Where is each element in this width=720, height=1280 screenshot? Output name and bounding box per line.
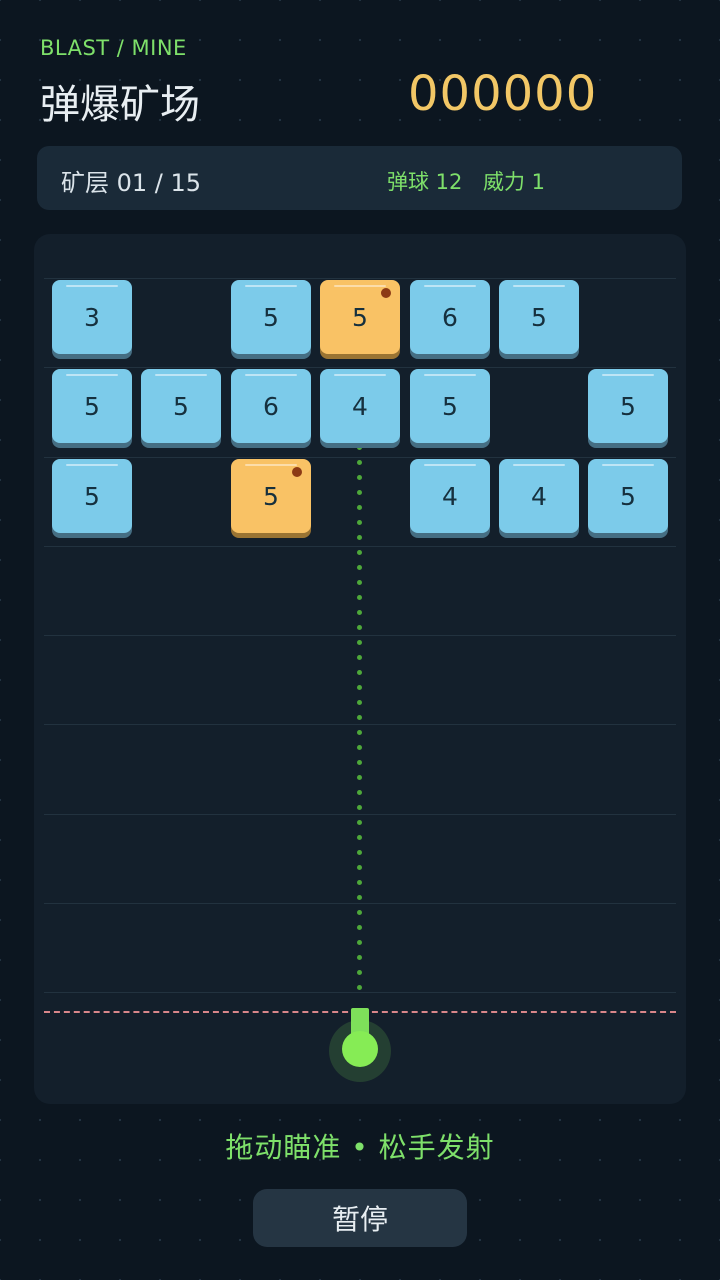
aim-guide-dot <box>357 655 362 660</box>
grid-line <box>44 814 676 815</box>
grid-line <box>44 278 676 279</box>
aim-guide-dot <box>357 790 362 795</box>
aim-guide-dot <box>357 445 362 450</box>
aim-guide-dot <box>357 625 362 630</box>
aim-guide-dot <box>357 745 362 750</box>
aim-guide-dot <box>357 730 362 735</box>
aim-guide-dot <box>357 805 362 810</box>
aim-guide-dot <box>357 550 362 555</box>
aim-guide-dot <box>357 610 362 615</box>
aim-guide-dot <box>357 505 362 510</box>
aim-guide-dot <box>357 535 362 540</box>
aim-guide-dot <box>357 820 362 825</box>
aim-guide-dot <box>357 880 362 885</box>
game-title: 弹爆矿场 <box>40 82 200 128</box>
block-hp: 5 <box>263 481 279 511</box>
ore-block: 5 <box>52 369 132 443</box>
block-hp: 3 <box>84 302 100 332</box>
grid-line <box>44 992 676 993</box>
block-hp: 5 <box>84 391 100 421</box>
ore-block: 4 <box>320 369 400 443</box>
launcher-icon[interactable] <box>342 1031 378 1067</box>
grid-line <box>44 546 676 547</box>
block-hp: 5 <box>531 302 547 332</box>
aim-guide-dot <box>357 685 362 690</box>
ore-block: 5 <box>410 369 490 443</box>
bomb-block: 5 <box>320 280 400 354</box>
aim-guide-dot <box>357 850 362 855</box>
grid-line <box>44 724 676 725</box>
game-board[interactable]: 3 5 5 6 5 5 5 6 4 5 5 5 5 4 4 5 <box>34 234 686 1104</box>
aim-guide-dot <box>357 475 362 480</box>
block-hp: 5 <box>620 481 636 511</box>
aim-guide-dot <box>357 970 362 975</box>
aim-guide-dot <box>357 955 362 960</box>
aim-guide-dot <box>357 895 362 900</box>
bomb-dot-icon <box>292 467 302 477</box>
ore-block: 3 <box>52 280 132 354</box>
ore-block: 5 <box>499 280 579 354</box>
aim-guide-dot <box>357 595 362 600</box>
aim-guide-dot <box>357 760 362 765</box>
block-hp: 5 <box>263 302 279 332</box>
aim-guide-dot <box>357 580 362 585</box>
grid-line <box>44 635 676 636</box>
aim-guide-dot <box>357 865 362 870</box>
grid-line <box>44 457 676 458</box>
ball-count: 弹球 12 <box>387 170 463 194</box>
ore-block: 4 <box>499 459 579 533</box>
ore-block: 5 <box>52 459 132 533</box>
block-hp: 5 <box>442 391 458 421</box>
bomb-block: 5 <box>231 459 311 533</box>
aim-guide-dot <box>357 490 362 495</box>
aim-guide-dot <box>357 700 362 705</box>
block-hp: 6 <box>442 302 458 332</box>
power-level: 威力 1 <box>483 170 546 194</box>
game-subtitle: BLAST / MINE <box>40 36 187 60</box>
status-bar: 矿层 01 / 15 弹球 12 威力 1 <box>37 146 682 210</box>
ore-block: 6 <box>231 369 311 443</box>
ore-block: 5 <box>588 459 668 533</box>
grid-line <box>44 903 676 904</box>
aim-guide-dot <box>357 835 362 840</box>
control-hint: 拖动瞄准 • 松手发射 <box>225 1131 495 1164</box>
block-hp: 5 <box>173 391 189 421</box>
block-hp: 4 <box>352 391 368 421</box>
aim-guide-dot <box>357 460 362 465</box>
ore-block: 4 <box>410 459 490 533</box>
block-hp: 5 <box>84 481 100 511</box>
ore-block: 5 <box>231 280 311 354</box>
bomb-dot-icon <box>381 288 391 298</box>
aim-guide-dot <box>357 565 362 570</box>
aim-guide-dot <box>357 775 362 780</box>
ore-block: 5 <box>141 369 221 443</box>
level-indicator: 矿层 01 / 15 <box>61 169 202 197</box>
aim-guide-dot <box>357 910 362 915</box>
ore-block: 5 <box>588 369 668 443</box>
score-display: 000000 <box>408 66 598 122</box>
aim-guide-dot <box>357 715 362 720</box>
aim-guide-dot <box>357 925 362 930</box>
block-hp: 6 <box>263 391 279 421</box>
block-hp: 4 <box>442 481 458 511</box>
aim-guide-dot <box>357 940 362 945</box>
block-hp: 4 <box>531 481 547 511</box>
block-hp: 5 <box>352 302 368 332</box>
ore-block: 6 <box>410 280 490 354</box>
aim-guide-dot <box>357 640 362 645</box>
grid-line <box>44 367 676 368</box>
aim-guide-dot <box>357 670 362 675</box>
block-hp: 5 <box>620 391 636 421</box>
aim-guide-dot <box>357 520 362 525</box>
aim-guide-dot <box>357 985 362 990</box>
pause-button[interactable]: 暂停 <box>253 1189 467 1247</box>
